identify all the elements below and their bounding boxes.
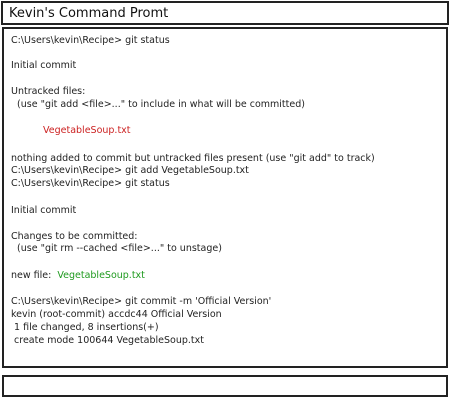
output-line: (use "git add <file>..." to include in w…	[11, 99, 305, 110]
prompt-line: C:\Users\kevin\Recipe> git status	[11, 35, 170, 46]
output-line: Untracked files:	[11, 86, 86, 97]
output-line: Initial commit	[11, 60, 77, 71]
prompt-line: C:\Users\kevin\Recipe> git status	[11, 178, 170, 189]
title-bar: Kevin's Command Promt	[1, 1, 449, 25]
output-line: (use "git rm --cached <file>..." to unst…	[11, 243, 222, 254]
output-line: create mode 100644 VegetableSoup.txt	[11, 335, 204, 346]
new-file-line: new file: VegetableSoup.txt	[11, 270, 145, 282]
new-file-label: new file:	[11, 270, 58, 281]
staged-file: VegetableSoup.txt	[57, 270, 145, 281]
output-line: kevin (root-commit) accdc44 Official Ver…	[11, 309, 222, 320]
output-line: nothing added to commit but untracked fi…	[11, 153, 375, 164]
output-line: Changes to be committed:	[11, 231, 138, 242]
terminal-output[interactable]: C:\Users\kevin\Recipe> git status Initia…	[2, 27, 448, 368]
output-line: 1 file changed, 8 insertions(+)	[11, 322, 159, 333]
prompt-line: C:\Users\kevin\Recipe> git commit -m 'Of…	[11, 296, 272, 307]
window-title: Kevin's Command Promt	[9, 6, 169, 21]
untracked-file: VegetableSoup.txt	[43, 125, 131, 136]
prompt-line: C:\Users\kevin\Recipe> git add Vegetable…	[11, 165, 249, 176]
output-line: Initial commit	[11, 205, 77, 216]
command-input-bar[interactable]	[2, 375, 448, 397]
